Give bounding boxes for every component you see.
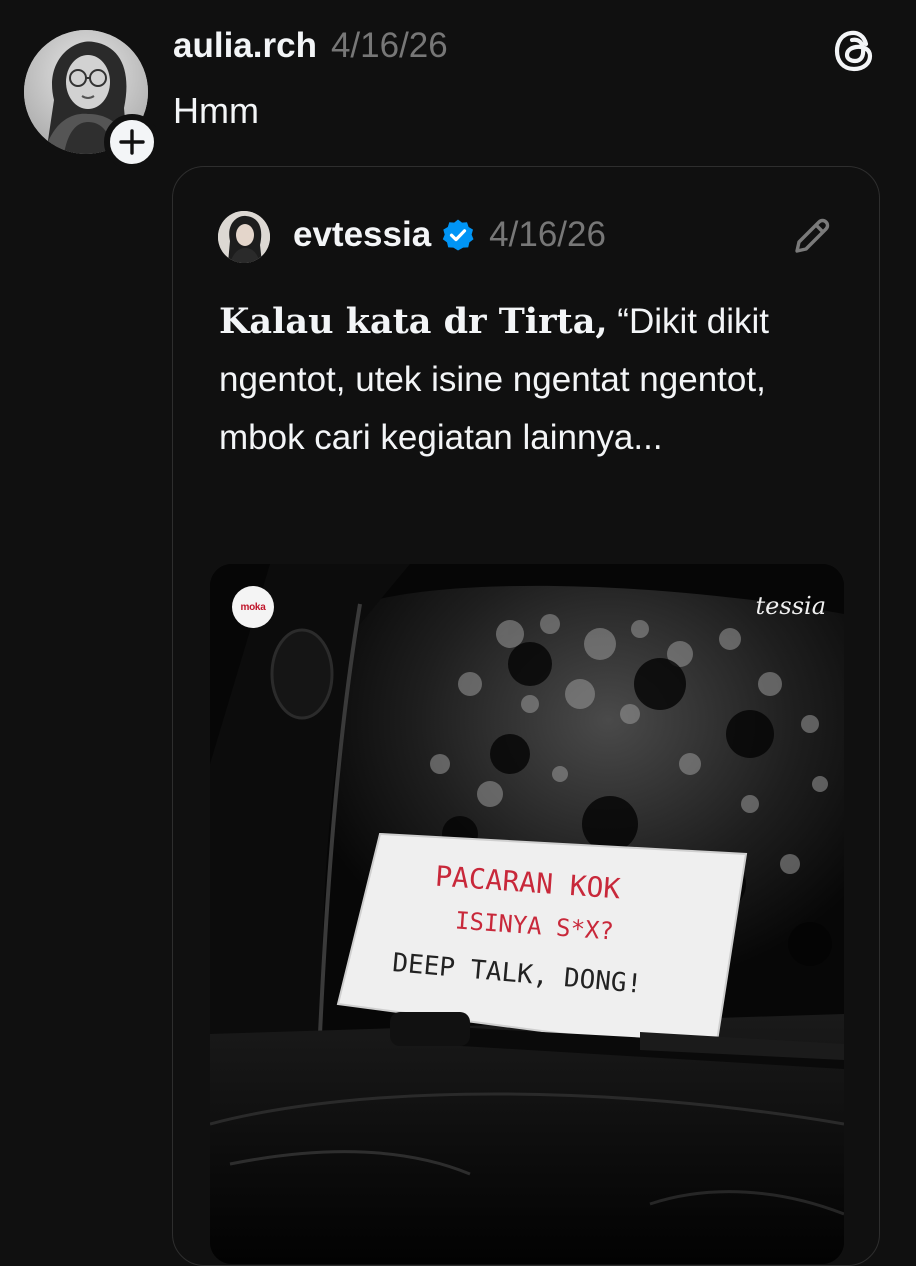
pencil-edit-icon[interactable] <box>789 213 835 259</box>
tessia-watermark: tessia <box>755 592 826 620</box>
follow-button[interactable] <box>104 114 160 170</box>
post-text: Hmm <box>173 90 259 131</box>
quoted-post-image[interactable]: moka tessia PACARAN KOK ISINYA S*X? DEEP… <box>210 564 844 1264</box>
plus-icon <box>119 129 145 155</box>
quoted-avatar-photo <box>218 211 270 263</box>
quoted-post-card[interactable]: evtessia 4/16/26 Kalau kata dr Tirta, “D… <box>172 166 880 1266</box>
quoted-post-header: evtessia 4/16/26 <box>293 213 606 257</box>
quoted-avatar[interactable] <box>218 211 270 263</box>
moka-badge: moka <box>232 586 274 628</box>
quoted-text-lead: Kalau kata dr Tirta, <box>219 301 608 342</box>
threads-logo-icon[interactable] <box>830 24 882 76</box>
post-username[interactable]: aulia.rch <box>173 26 317 66</box>
post-header: aulia.rch 4/16/26 <box>173 26 448 70</box>
quoted-timestamp: 4/16/26 <box>489 215 606 254</box>
quoted-username[interactable]: evtessia <box>293 215 431 255</box>
verified-badge-icon <box>442 219 474 251</box>
post-author-avatar-wrap <box>24 30 160 170</box>
post-timestamp: 4/16/26 <box>330 26 448 65</box>
quoted-post-text: Kalau kata dr Tirta, “Dikit dikit ngento… <box>219 293 839 467</box>
